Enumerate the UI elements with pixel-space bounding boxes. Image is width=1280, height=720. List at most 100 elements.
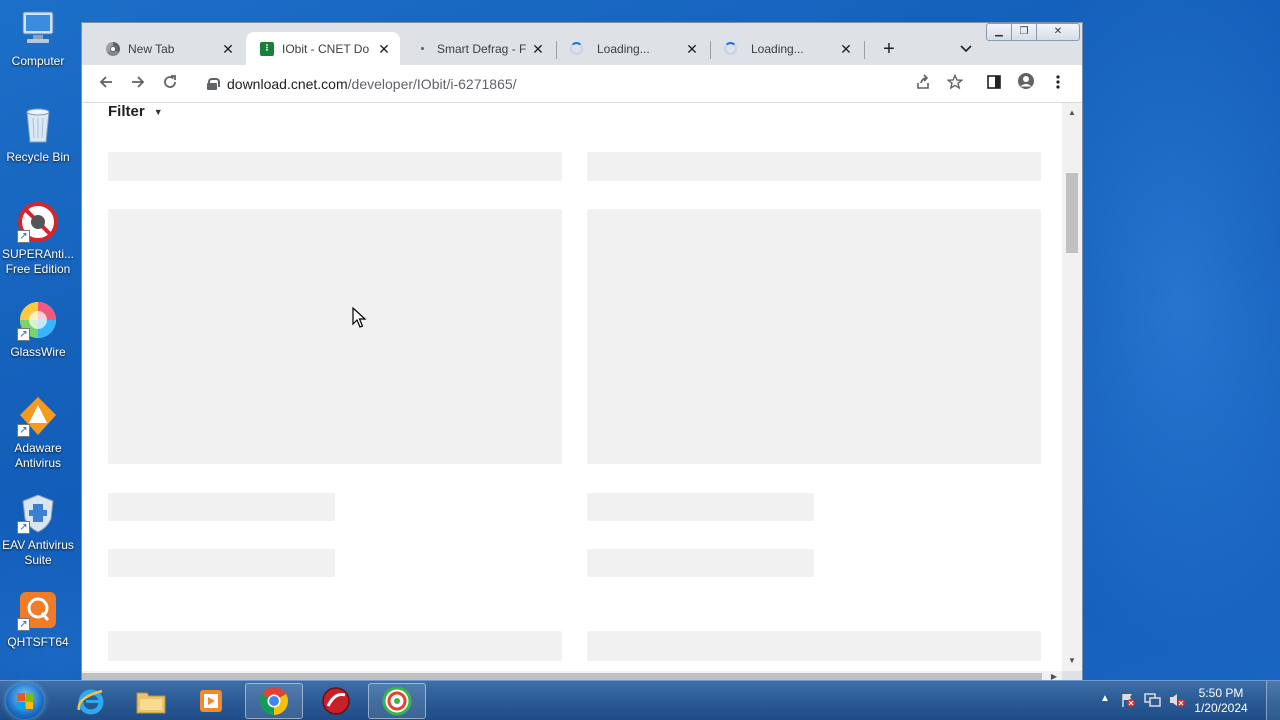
close-icon[interactable]: ✕ xyxy=(684,41,700,57)
desktop-icon-glasswire[interactable]: ↗ GlassWire xyxy=(0,299,76,360)
desktop-icon-recycle-bin[interactable]: Recycle Bin xyxy=(0,104,76,165)
back-arrow-icon xyxy=(99,76,112,88)
tab-new-tab[interactable]: New Tab ✕ xyxy=(92,32,244,65)
shortcut-arrow-icon: ↗ xyxy=(17,424,30,437)
tab-loading-2[interactable]: Loading... ✕ xyxy=(710,32,862,65)
shortcut-arrow-icon: ↗ xyxy=(17,328,30,341)
mouse-cursor-icon xyxy=(352,307,367,328)
show-desktop-button[interactable] xyxy=(1266,681,1280,720)
show-hidden-icons-button[interactable]: ▲ xyxy=(1100,693,1110,704)
qhtsft64-icon: ↗ xyxy=(17,589,59,631)
url-host: download.cnet.com xyxy=(227,76,348,92)
taskbar-app-red[interactable] xyxy=(307,683,365,719)
glasswire-icon: ↗ xyxy=(17,299,59,341)
windows-logo-icon xyxy=(17,693,33,709)
desktop-icon-label: EAV Antivirus Suite xyxy=(2,538,74,567)
close-icon[interactable]: ✕ xyxy=(220,41,236,57)
network-icon[interactable] xyxy=(1144,692,1162,713)
bookmark-button[interactable] xyxy=(941,70,969,98)
cnet-icon: ⁝ xyxy=(260,41,274,56)
address-bar[interactable]: download.cnet.com/developer/IObit/i-6271… xyxy=(195,69,975,99)
recycle-bin-icon xyxy=(17,104,59,146)
skeleton-line xyxy=(587,549,814,577)
menu-button[interactable] xyxy=(1044,70,1072,98)
tab-smart-defrag[interactable]: Smart Defrag - F ✕ xyxy=(402,32,554,65)
taskbar-media-player[interactable] xyxy=(182,683,240,719)
desktop-icon-superantispyware[interactable]: ↗ SUPERAnti... Free Edition xyxy=(0,201,76,277)
close-icon[interactable]: ✕ xyxy=(376,41,392,57)
tab-title: Loading... xyxy=(751,41,804,56)
desktop-icon-label: Recycle Bin xyxy=(6,150,70,164)
taskbar-app-green[interactable] xyxy=(368,683,426,719)
superantispyware-icon: ↗ xyxy=(17,201,59,243)
minimize-button[interactable]: ▁ xyxy=(986,23,1012,41)
eav-antivirus-icon: ↗ xyxy=(17,492,59,534)
tab-title: Smart Defrag - F xyxy=(437,41,527,56)
taskbar-windows-explorer[interactable] xyxy=(122,683,180,719)
share-button[interactable] xyxy=(909,70,937,98)
target-app-icon xyxy=(382,686,412,716)
vertical-scrollbar[interactable]: ▲ ▼ xyxy=(1062,103,1082,671)
start-button[interactable] xyxy=(6,683,44,719)
page-content: Filter ▼ xyxy=(82,103,1062,671)
url-path: /developer/IObit/i-6271865/ xyxy=(347,76,517,92)
desktop-icon-adaware[interactable]: ↗ Adaware Antivirus xyxy=(0,395,76,471)
skeleton-line xyxy=(108,549,335,577)
tab-iobit-cnet[interactable]: ⁝ IObit - CNET Do ✕ xyxy=(246,32,400,65)
lock-icon[interactable] xyxy=(207,78,220,90)
avatar-icon xyxy=(1018,73,1034,89)
skeleton-title xyxy=(587,631,1041,661)
spinner-icon xyxy=(570,42,583,55)
volume-muted-icon[interactable] xyxy=(1168,692,1186,713)
filter-dropdown[interactable]: Filter ▼ xyxy=(108,103,163,120)
dot-icon xyxy=(421,47,424,50)
tab-separator xyxy=(864,41,865,59)
tab-search-button[interactable] xyxy=(954,37,978,61)
desktop-icon-label: GlassWire xyxy=(10,345,66,359)
taskbar-chrome[interactable] xyxy=(245,683,303,719)
taskbar: ▲ 5:50 PM 1/20/2024 xyxy=(0,680,1280,720)
more-vert-icon xyxy=(1056,75,1060,89)
side-panel-button[interactable] xyxy=(980,70,1008,98)
taskbar-internet-explorer[interactable] xyxy=(62,683,120,719)
forward-arrow-icon xyxy=(132,76,145,88)
browser-toolbar: download.cnet.com/developer/IObit/i-6271… xyxy=(82,65,1082,103)
chrome-icon xyxy=(106,41,120,56)
internet-explorer-icon xyxy=(77,689,104,715)
close-window-button[interactable]: ✕ xyxy=(1036,23,1080,41)
tab-strip: New Tab ✕ ⁝ IObit - CNET Do ✕ Smart Defr… xyxy=(82,23,1082,65)
desktop-icon-qhtsft64[interactable]: ↗ QHTSFT64 xyxy=(0,589,76,650)
close-icon[interactable]: ✕ xyxy=(530,41,546,57)
scroll-up-icon[interactable]: ▲ xyxy=(1066,107,1078,119)
browser-window: New Tab ✕ ⁝ IObit - CNET Do ✕ Smart Defr… xyxy=(81,22,1083,683)
spinner-icon xyxy=(724,42,737,55)
scroll-thumb[interactable] xyxy=(1066,173,1078,253)
chevron-down-icon xyxy=(960,45,972,53)
action-center-icon[interactable] xyxy=(1120,692,1136,713)
system-tray: ▲ 5:50 PM 1/20/2024 xyxy=(1100,681,1280,720)
caret-down-icon: ▼ xyxy=(153,106,163,117)
shortcut-arrow-icon: ↗ xyxy=(17,618,30,631)
reload-button[interactable] xyxy=(156,70,184,98)
tab-loading-1[interactable]: Loading... ✕ xyxy=(556,32,708,65)
chrome-icon xyxy=(260,687,288,715)
desktop-icon-eav-antivirus[interactable]: ↗ EAV Antivirus Suite xyxy=(0,492,76,568)
scroll-down-icon[interactable]: ▼ xyxy=(1066,655,1078,667)
skeleton-title xyxy=(108,631,562,661)
desktop-icon-label: SUPERAnti... Free Edition xyxy=(1,247,75,276)
skeleton-title xyxy=(587,152,1041,181)
computer-icon xyxy=(17,8,59,50)
side-panel-icon xyxy=(987,75,1001,89)
desktop-icon-label: QHTSFT64 xyxy=(7,635,69,649)
desktop-icon-computer[interactable]: Computer xyxy=(0,8,76,69)
profile-button[interactable] xyxy=(1012,70,1040,98)
restore-button[interactable]: ❐ xyxy=(1011,23,1037,41)
new-tab-button[interactable]: + xyxy=(877,37,901,61)
back-button[interactable] xyxy=(92,70,120,98)
reload-icon xyxy=(164,75,176,88)
clock[interactable]: 5:50 PM 1/20/2024 xyxy=(1186,686,1256,716)
close-icon[interactable]: ✕ xyxy=(838,41,854,57)
forward-button[interactable] xyxy=(124,70,152,98)
skeleton-line xyxy=(108,493,335,521)
media-player-icon xyxy=(200,690,222,712)
